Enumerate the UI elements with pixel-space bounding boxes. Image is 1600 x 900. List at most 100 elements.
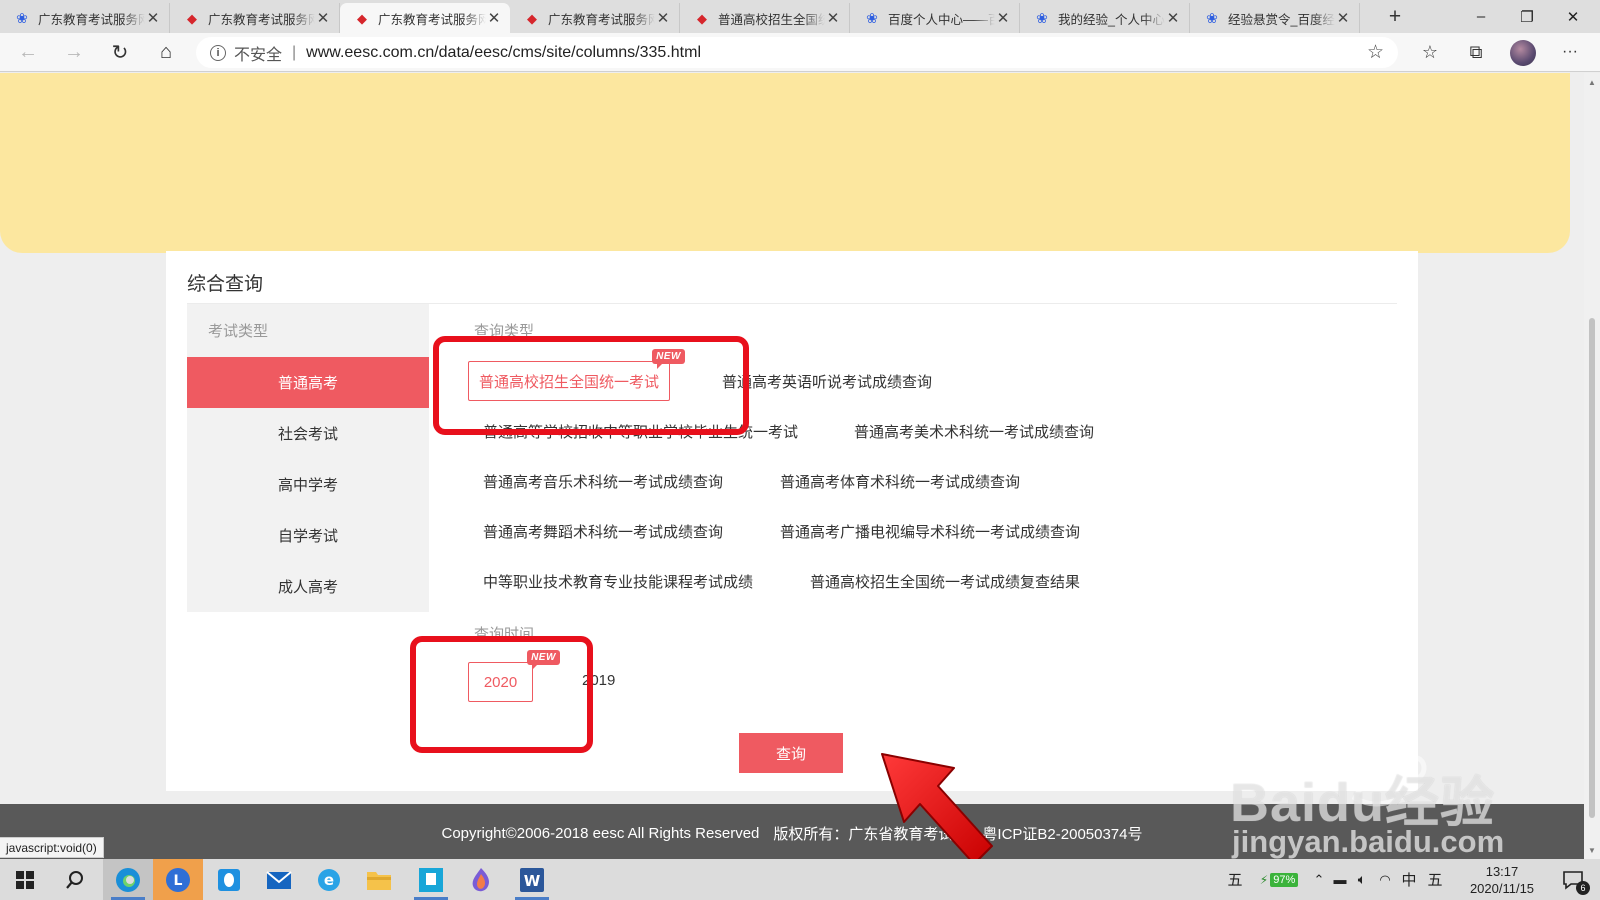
exam-type-chengkao[interactable]: 成人高考 <box>187 561 429 612</box>
highlight-box <box>433 336 749 435</box>
new-tab-button[interactable]: + <box>1380 3 1410 31</box>
svg-text:W: W <box>524 872 541 890</box>
favorites-icon[interactable]: ☆ <box>1414 37 1446 67</box>
word-icon[interactable]: W <box>507 859 557 900</box>
exam-type-social[interactable]: 社会考试 <box>187 408 429 459</box>
notification-count: 6 <box>1576 881 1590 895</box>
browser-tab[interactable]: ◆ 广东教育考试服务网 ✕ <box>510 3 680 33</box>
search-icon[interactable] <box>50 859 100 900</box>
close-tab-icon[interactable]: ✕ <box>315 9 331 27</box>
wifi-icon[interactable]: ◠ <box>1374 859 1396 900</box>
browser-tab[interactable]: ❀ 我的经验_个人中心_百度经验 ✕ <box>1020 3 1190 33</box>
query-button[interactable]: 查询 <box>739 733 843 773</box>
mail-icon[interactable] <box>254 859 304 900</box>
browser-tab[interactable]: ❀ 经验悬赏令_百度经验 ✕ <box>1190 3 1360 33</box>
top-banner <box>0 73 1570 253</box>
query-type-option[interactable]: 普通高考音乐术科统一考试成绩查询 <box>483 471 723 492</box>
info-icon[interactable]: i <box>210 44 226 61</box>
baidu-paw-icon: ❀ <box>16 10 28 26</box>
query-type-option[interactable]: 普通高考广播电视编导术科统一考试成绩查询 <box>780 521 1080 542</box>
edge-icon[interactable] <box>103 859 153 900</box>
reload-button[interactable]: ↻ <box>104 37 136 67</box>
profile-avatar[interactable] <box>1510 40 1536 66</box>
scroll-thumb[interactable] <box>1589 318 1595 818</box>
query-type-option[interactable]: 普通高考舞蹈术科统一考试成绩查询 <box>483 521 723 542</box>
query-type-option[interactable]: 中等职业技术教育专业技能课程考试成绩 <box>483 571 753 592</box>
browser-tab-active[interactable]: ◆ 广东教育考试服务网 ✕ <box>340 3 510 33</box>
close-window-button[interactable]: ✕ <box>1550 0 1596 33</box>
chevron-up-icon[interactable]: ⌃ <box>1310 859 1328 900</box>
close-tab-icon[interactable]: ✕ <box>486 9 502 27</box>
tab-title: 广东教育考试服务网 <box>38 12 145 27</box>
minimize-button[interactable]: – <box>1458 0 1504 33</box>
photos-icon[interactable] <box>456 859 506 900</box>
screenshot-app-icon[interactable] <box>406 859 456 900</box>
home-button[interactable]: ⌂ <box>150 37 182 67</box>
exam-type-gaokao[interactable]: 普通高考 <box>187 357 429 408</box>
scroll-down-icon[interactable]: ▼ <box>1584 843 1600 857</box>
browser-tab-strip: ❀ 广东教育考试服务网 ✕ ◆ 广东教育考试服务网 ✕ ◆ 广东教育考试服务网 … <box>0 0 1600 33</box>
clock[interactable]: 13:17 2020/11/15 <box>1460 863 1544 897</box>
ie-icon[interactable]: e <box>304 859 354 900</box>
highlight-box <box>410 636 593 753</box>
browser-tab[interactable]: ◆ 普通高校招生全国统一考试 ✕ <box>680 3 850 33</box>
tab-title: 广东教育考试服务网 <box>208 12 315 27</box>
security-label: 不安全 <box>234 46 283 64</box>
watermark-url: jingyan.baidu.com <box>1232 824 1505 859</box>
browser-tab[interactable]: ◆ 广东教育考试服务网 ✕ <box>170 3 340 33</box>
url-text[interactable]: www.eesc.com.cn/data/eesc/cms/site/colum… <box>306 44 701 62</box>
battery-percent: 97% <box>1270 872 1299 887</box>
query-type-option[interactable]: 普通高考英语听说考试成绩查询 <box>722 371 932 392</box>
ime-mode-indicator-2[interactable]: 五 <box>1422 859 1448 900</box>
tab-title: 经验悬赏令_百度经验 <box>1228 12 1335 27</box>
tab-title: 广东教育考试服务网 <box>378 12 486 27</box>
baidu-paw-icon: ❀ <box>1206 10 1218 26</box>
footer-copyright: Copyright©2006-2018 eesc All Rights Rese… <box>441 824 760 842</box>
collections-icon[interactable]: ⧉ <box>1460 37 1492 67</box>
browser-toolbar: ← → ↻ ⌂ i 不安全 | www.eesc.com.cn/data/ees… <box>0 33 1600 72</box>
lenovo-icon[interactable]: L <box>153 859 203 900</box>
browser-tab[interactable]: ❀ 百度个人中心——百度经验 ✕ <box>850 3 1020 33</box>
address-bar[interactable]: i 不安全 | www.eesc.com.cn/data/eesc/cms/si… <box>196 37 1398 68</box>
notification-center-icon[interactable]: 6 <box>1556 859 1590 900</box>
back-button[interactable]: ← <box>12 37 44 67</box>
language-indicator[interactable]: 中 <box>1398 859 1420 900</box>
exam-type-label: 考试类型 <box>208 323 269 340</box>
query-type-option[interactable]: 普通高考美术术科统一考试成绩查询 <box>854 421 1094 442</box>
baidu-paw-icon: ❀ <box>866 10 878 26</box>
forward-button[interactable]: → <box>58 37 90 67</box>
more-menu-icon[interactable]: ··· <box>1554 37 1586 67</box>
tab-title: 广东教育考试服务网 <box>548 12 655 27</box>
browser-tab[interactable]: ❀ 广东教育考试服务网 ✕ <box>0 3 170 33</box>
query-type-option[interactable]: 普通高考体育术科统一考试成绩查询 <box>780 471 1020 492</box>
tab-title: 我的经验_个人中心_百度经验 <box>1058 12 1165 27</box>
baidu-paw-icon: ❀ <box>1036 10 1048 26</box>
battery-indicator[interactable]: ⚡ 97% <box>1250 859 1308 900</box>
close-tab-icon[interactable]: ✕ <box>995 9 1011 27</box>
close-tab-icon[interactable]: ✕ <box>145 9 161 27</box>
close-tab-icon[interactable]: ✕ <box>1335 9 1351 27</box>
clock-date: 2020/11/15 <box>1469 881 1535 896</box>
eesc-logo-icon: ◆ <box>187 10 197 26</box>
close-tab-icon[interactable]: ✕ <box>655 9 671 27</box>
ime-mode-indicator[interactable]: 五 <box>1222 859 1248 900</box>
add-favorite-icon[interactable]: ☆ <box>1367 41 1384 64</box>
eesc-logo-icon: ◆ <box>527 10 537 26</box>
volume-icon[interactable]: 🔈︎ <box>1352 859 1372 900</box>
tab-title: 百度个人中心——百度经验 <box>888 12 995 27</box>
exam-type-zikao[interactable]: 自学考试 <box>187 510 429 561</box>
qq-icon[interactable] <box>204 859 254 900</box>
file-explorer-icon[interactable] <box>354 859 404 900</box>
restore-button[interactable]: ❐ <box>1504 0 1550 33</box>
close-tab-icon[interactable]: ✕ <box>1165 9 1181 27</box>
scroll-up-icon[interactable]: ▲ <box>1584 75 1600 89</box>
exam-type-xuekao[interactable]: 高中学考 <box>187 459 429 510</box>
eesc-logo-icon: ◆ <box>697 10 707 26</box>
query-type-option[interactable]: 普通高校招生全国统一考试成绩复查结果 <box>810 571 1080 592</box>
vertical-scrollbar[interactable]: ▲ ▼ <box>1584 73 1600 859</box>
windows-start-icon[interactable] <box>0 859 50 900</box>
battery-icon[interactable]: ▬ <box>1330 859 1350 900</box>
charging-icon: ⚡ <box>1259 872 1269 887</box>
close-tab-icon[interactable]: ✕ <box>825 9 841 27</box>
query-panel: 综合查询 考试类型 普通高考 社会考试 高中学考 自学考试 成人高考 查询类型 … <box>166 251 1418 791</box>
